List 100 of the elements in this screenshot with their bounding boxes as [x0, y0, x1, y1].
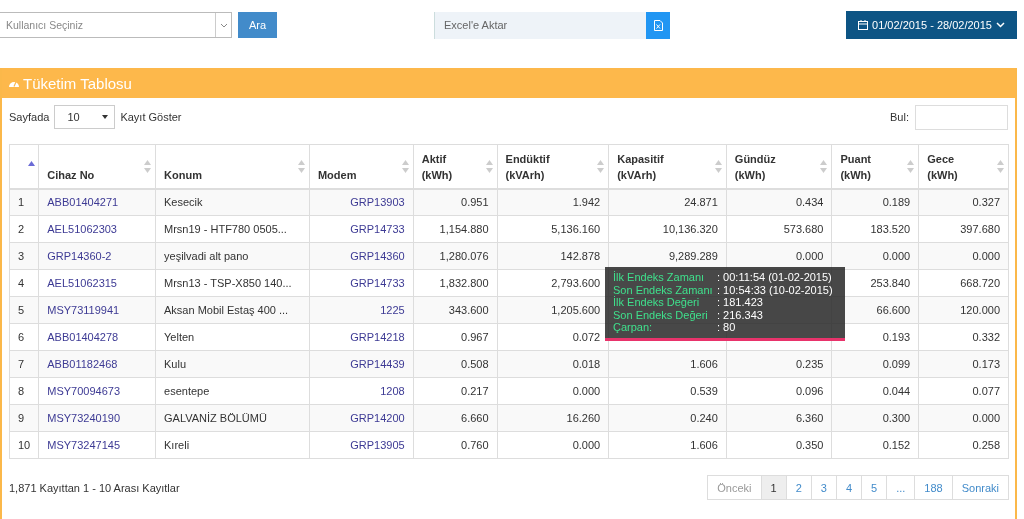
column-header[interactable]: Cihaz No — [38, 144, 156, 189]
table-cell: 0.240 — [608, 404, 727, 432]
table-cell: 0.332 — [918, 323, 1009, 351]
sort-up-icon[interactable] — [28, 161, 35, 167]
table-cell: 0.189 — [831, 188, 919, 216]
table-cell: 3 — [9, 242, 39, 270]
search-button[interactable]: Ara — [238, 12, 277, 38]
table-cell: 0.760 — [413, 431, 498, 459]
table-cell: 1,832.800 — [413, 269, 498, 297]
caret-icon — [102, 115, 109, 119]
table-cell: Aksan Mobil Estaş 400 ... — [155, 296, 310, 324]
table-cell: 0.018 — [497, 350, 609, 378]
table-cell: 1.606 — [608, 431, 727, 459]
table-cell: 397.680 — [918, 215, 1009, 243]
table-cell: 0.967 — [413, 323, 498, 351]
table-cell: 573.680 — [726, 215, 832, 243]
sort-icon[interactable] — [907, 160, 915, 173]
tooltip-value: : 00:11:54 (01-02-2015) — [717, 271, 833, 284]
table-cell: 0.152 — [831, 431, 919, 459]
table-cell: 10 — [9, 431, 39, 459]
column-header[interactable]: Konum — [155, 144, 310, 189]
page-size-label: Sayfada — [9, 111, 50, 123]
table-cell: 142.878 — [497, 242, 609, 270]
column-header[interactable]: Puant (kWh) — [831, 144, 919, 189]
page-button[interactable]: 5 — [861, 475, 888, 500]
table-cell: 7 — [9, 350, 39, 378]
records-info: 1,871 Kayıttan 1 - 10 Arası Kayıtlar — [9, 481, 180, 494]
tooltip-label: Son Endeks Değeri — [613, 308, 709, 321]
table-cell: 4 — [9, 269, 39, 297]
sort-icon[interactable] — [820, 160, 828, 173]
column-header[interactable]: Modem — [309, 144, 414, 189]
page-button[interactable]: ... — [886, 475, 916, 500]
column-header[interactable]: Aktif (kWh) — [413, 144, 498, 189]
user-select[interactable]: Kullanıcı Seçiniz — [0, 12, 232, 38]
table-cell: 24.871 — [608, 188, 727, 216]
sort-icon[interactable] — [997, 160, 1004, 173]
table-cell: 0.099 — [831, 350, 919, 378]
table-cell: 0.044 — [831, 377, 919, 405]
table-cell: 10,136.320 — [608, 215, 727, 243]
table-cell: 6.660 — [413, 404, 498, 432]
table-cell: GALVANİZ BÖLÜMÜ — [155, 404, 310, 432]
page-button[interactable]: 2 — [785, 475, 812, 500]
column-header[interactable]: Gece (kWh) — [918, 144, 1009, 189]
sort-icon[interactable] — [597, 160, 605, 173]
table-cell: 0.235 — [726, 350, 832, 378]
table-cell: 0.434 — [726, 188, 832, 216]
date-range-button[interactable]: 01/02/2015 - 28/02/2015 — [846, 11, 1017, 39]
calendar-icon — [858, 20, 869, 30]
sort-icon[interactable] — [401, 160, 409, 173]
panel-title: Tüketim Tablosu — [23, 74, 132, 92]
table-cell: Mrsn13 - TSP-X850 140... — [155, 269, 310, 297]
sort-icon[interactable] — [297, 160, 305, 173]
table-cell: Yelten — [155, 323, 310, 351]
tooltip-value: : 216.343 — [717, 308, 764, 321]
sort-icon[interactable] — [144, 160, 152, 173]
table-cell: esentepe — [155, 377, 310, 405]
find-label: Bul: — [890, 111, 909, 123]
column-header[interactable]: Endüktif (kVArh) — [497, 144, 609, 189]
device-link[interactable]: 1208 — [380, 385, 405, 397]
table-cell: yeşilvadi alt pano — [155, 242, 310, 270]
table-cell: 0.173 — [918, 350, 1009, 378]
device-link[interactable]: 1225 — [380, 304, 405, 316]
table-cell: 0.000 — [497, 377, 609, 405]
sort-icon[interactable] — [714, 160, 722, 173]
column-header[interactable]: Kapasitif (kVArh) — [608, 144, 727, 189]
tooltip-label: İlk Endeks Zamanı — [613, 271, 706, 284]
table-cell: 9 — [9, 404, 39, 432]
table-cell: 120.000 — [918, 296, 1009, 324]
page-button[interactable]: 1 — [760, 475, 787, 500]
table-cell: 5 — [9, 296, 39, 324]
table-cell: 343.600 — [413, 296, 498, 324]
column-header[interactable]: Gündüz (kWh) — [726, 144, 832, 189]
table-cell: 0.951 — [413, 188, 498, 216]
table-cell: 8 — [9, 377, 39, 405]
table-cell: 16.260 — [497, 404, 609, 432]
page-button[interactable]: 3 — [810, 475, 837, 500]
sort-icon[interactable] — [485, 160, 493, 173]
page-button[interactable]: 188 — [914, 475, 953, 500]
table-cell: 0.539 — [608, 377, 727, 405]
table-cell: 0.000 — [497, 431, 609, 459]
tooltip-value: : 181.423 — [717, 296, 764, 309]
table-cell: 6 — [9, 323, 39, 351]
file-icon — [653, 19, 663, 31]
table-cell: 6.360 — [726, 404, 832, 432]
page-size-select[interactable]: 10 — [54, 105, 116, 129]
find-field[interactable] — [915, 104, 1008, 130]
tooltip-label: Çarpan: — [613, 321, 654, 334]
chevron-down-icon — [995, 22, 1005, 28]
table-cell: Mrsn19 - HTF780 0505... — [155, 215, 310, 243]
table-cell: 1,280.076 — [413, 242, 498, 270]
gauge-icon — [9, 79, 19, 87]
excel-button[interactable] — [646, 11, 670, 39]
page-button[interactable]: Sonraki — [951, 475, 1009, 500]
tooltip-label: İlk Endeks Değeri — [613, 296, 701, 309]
table-cell: 1 — [9, 188, 39, 216]
table-cell: 183.520 — [831, 215, 919, 243]
tooltip-label: Son Endeks Zamanı — [613, 283, 714, 296]
tooltip-value: : 80 — [717, 321, 737, 334]
page-size-label: Kayıt Göster — [120, 111, 182, 123]
table-cell: 0.300 — [831, 404, 919, 432]
